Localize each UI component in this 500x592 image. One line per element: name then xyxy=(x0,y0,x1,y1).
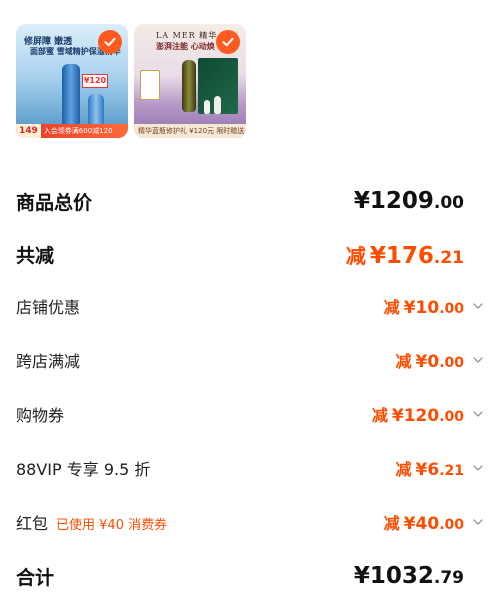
reduction-prefix: 减 xyxy=(395,460,412,479)
amount-integer: 0 xyxy=(427,352,440,372)
grand-total-row: 合计 ¥1032.79 xyxy=(0,560,500,592)
product-1-price-tag: ¥120 xyxy=(82,74,108,88)
discount-label: 88VIP 专享 9.5 折 xyxy=(16,460,151,479)
discount-label: 跨店满减 xyxy=(16,352,81,371)
product-2-headline: 澎湃注能 心动焕 xyxy=(156,42,215,51)
discount-label: 店铺优惠 xyxy=(16,298,81,317)
total-price-value: ¥1209.00 xyxy=(354,188,464,214)
selected-check-icon[interactable] xyxy=(98,30,122,54)
selected-check-icon[interactable] xyxy=(216,30,240,54)
discount-value: 减 ¥0.00 xyxy=(395,348,464,372)
chevron-down-icon[interactable] xyxy=(472,408,484,420)
amount-decimal: .21 xyxy=(433,247,464,268)
serum-small-bottle-image xyxy=(88,94,104,128)
amount-decimal: .79 xyxy=(433,568,464,588)
total-reduction-row: 共减 减 ¥176.21 xyxy=(0,237,500,271)
amount-integer: 1209 xyxy=(369,188,434,214)
currency-symbol: ¥ xyxy=(353,563,370,589)
chevron-down-icon[interactable] xyxy=(472,300,484,312)
reduction-prefix: 减 xyxy=(345,243,366,268)
amount-decimal: .00 xyxy=(433,193,464,213)
product-2-promo-bar: 精华蓝瓶修护礼 ¥120元 限时赠送 xyxy=(134,124,246,138)
amount-decimal: .00 xyxy=(439,301,464,317)
red-packet-used-note: 已使用 ¥40 消费券 xyxy=(56,518,168,533)
reduction-prefix: 减 xyxy=(371,406,388,425)
discount-label-group: 红包 已使用 ¥40 消费券 xyxy=(16,510,167,534)
product-1-promo-bar: 149 入会领券满600减120 xyxy=(16,124,128,138)
discount-label: 红包 xyxy=(16,514,49,533)
product-2-promo-text: 精华蓝瓶修护礼 ¥120元 限时赠送 xyxy=(138,127,245,135)
reduction-prefix: 减 xyxy=(383,514,400,533)
discount-value: 减 ¥120.00 xyxy=(372,402,464,426)
discount-value: 减 ¥6.21 xyxy=(395,456,464,480)
total-price-row: 商品总价 ¥1209.00 xyxy=(0,184,500,218)
discount-value: 减 ¥40.00 xyxy=(384,510,464,534)
amount-decimal: .21 xyxy=(439,463,464,479)
reduction-prefix: 减 xyxy=(383,298,400,317)
grand-total-label: 合计 xyxy=(16,566,55,589)
product-thumbnails: 修屏障 嫩透 面部蜜 雪域精护保湿精华 ¥120 149 入会领券满600减12… xyxy=(0,0,500,150)
amount-integer: 40 xyxy=(415,514,440,534)
product-2-brand: LA MER 精华 xyxy=(156,31,218,40)
product-card-2[interactable]: LA MER 精华 澎湃注能 心动焕 精华蓝瓶修护礼 ¥120元 限时赠送 xyxy=(134,24,246,138)
discount-label: 购物券 xyxy=(16,406,65,425)
currency-symbol: ¥ xyxy=(415,460,428,480)
currency-symbol: ¥ xyxy=(369,242,386,269)
product-card-1[interactable]: 修屏障 嫩透 面部蜜 雪域精护保湿精华 ¥120 149 入会领券满600减12… xyxy=(16,24,128,138)
product-2-badge-image xyxy=(140,70,160,100)
total-price-label: 商品总价 xyxy=(16,191,93,214)
product-1-price-chip: 149 xyxy=(16,124,41,138)
chevron-down-icon[interactable] xyxy=(472,354,484,366)
discount-value: 减 ¥10.00 xyxy=(384,294,464,318)
amount-decimal: .00 xyxy=(439,517,464,533)
discount-row-red-packet[interactable]: 红包 已使用 ¥40 消费券 减 ¥40.00 xyxy=(0,508,500,536)
lamer-bottle-image xyxy=(182,60,196,112)
currency-symbol: ¥ xyxy=(391,406,404,426)
amount-integer: 1032 xyxy=(369,563,434,589)
currency-symbol: ¥ xyxy=(403,514,416,534)
total-reduction-label: 共减 xyxy=(16,244,55,267)
discount-row-cross-store[interactable]: 跨店满减 减 ¥0.00 xyxy=(0,346,500,374)
currency-symbol: ¥ xyxy=(353,188,370,214)
amount-decimal: .00 xyxy=(439,409,464,425)
grand-total-value: ¥1032.79 xyxy=(354,563,464,589)
chevron-down-icon[interactable] xyxy=(472,462,484,474)
total-reduction-value: 减 ¥176.21 xyxy=(346,240,464,269)
amount-integer: 10 xyxy=(415,298,440,318)
reduction-prefix: 减 xyxy=(395,352,412,371)
amount-integer: 120 xyxy=(403,406,440,426)
product-1-promo-text: 入会领券满600减120 xyxy=(43,127,113,135)
amount-integer: 176 xyxy=(385,242,434,269)
currency-symbol: ¥ xyxy=(403,298,416,318)
chevron-down-icon[interactable] xyxy=(472,516,484,528)
discount-row-88vip[interactable]: 88VIP 专享 9.5 折 减 ¥6.21 xyxy=(0,454,500,482)
discount-row-store[interactable]: 店铺优惠 减 ¥10.00 xyxy=(0,292,500,320)
amount-decimal: .00 xyxy=(439,355,464,371)
amount-integer: 6 xyxy=(427,460,440,480)
lamer-mini-jar-image xyxy=(214,96,221,114)
lamer-mini-bottle-image xyxy=(204,100,210,114)
discount-row-coupon[interactable]: 购物券 减 ¥120.00 xyxy=(0,400,500,428)
serum-bottle-image xyxy=(62,64,80,126)
currency-symbol: ¥ xyxy=(415,352,428,372)
